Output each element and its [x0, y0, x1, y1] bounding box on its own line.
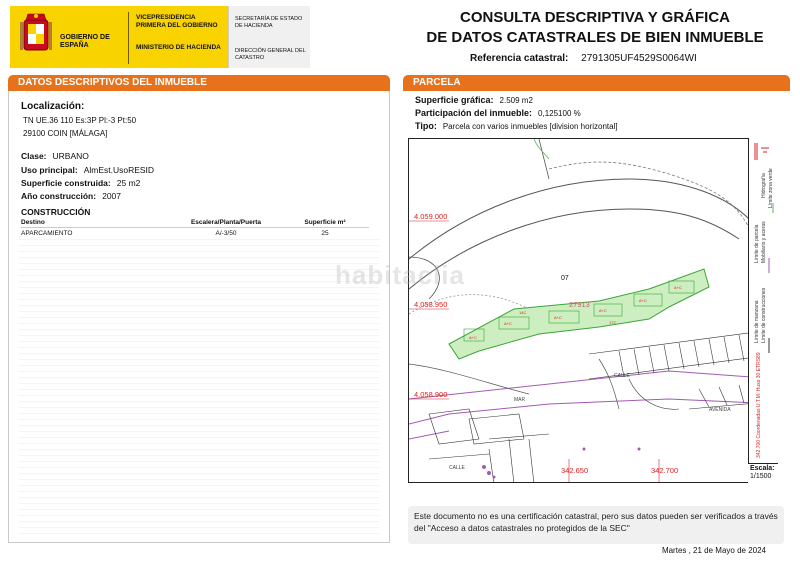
scale-value: 1/1500 — [750, 473, 772, 480]
superficie-label: Superficie construida: — [21, 178, 111, 188]
tipo-label: Tipo: — [415, 121, 437, 131]
svg-text:14C: 14C — [519, 310, 526, 315]
gov-name: GOBIERNO DE ESPAÑA — [60, 34, 110, 49]
parcel-number: 07 — [561, 275, 569, 282]
legend-limite-construcciones: Límite de construcciones — [761, 287, 767, 343]
svg-text:A+C: A+C — [469, 335, 477, 340]
svg-text:A+C: A+C — [504, 321, 512, 326]
legend-mobiliario: Mobiliario y aceras — [761, 221, 767, 263]
ref-value: 2791305UF4529S0064WI — [581, 53, 697, 64]
title-line-1: CONSULTA DESCRIPTIVA Y GRÁFICA — [459, 9, 730, 26]
coat-of-arms-icon — [20, 13, 52, 51]
map-drawing: A+C A+C A+C A+C A+C A+C 14C 17C 4.059.000 4.0… — [409, 139, 777, 482]
disclaimer: Este documento no es una certificación c… — [408, 506, 784, 544]
location-line-1: TN UE.36 110 Es:3P Pl:-3 Pt:50 — [23, 116, 137, 125]
ref-label: Referencia catastral: — [470, 53, 569, 64]
table-empty-area — [19, 239, 379, 534]
scale-box: Escala: 1/1500 — [748, 463, 778, 483]
parcel-ref: 27913 — [569, 300, 590, 309]
legend-hidrografia: Hidrografía — [761, 173, 767, 198]
participacion-row: Participación del inmueble: 0,125100 % — [415, 108, 581, 118]
legend-limite-manzana: Límite de manzana — [754, 300, 760, 343]
document-title: CONSULTA DESCRIPTIVA Y GRÁFICA DE DATOS … — [410, 8, 780, 48]
sup-grafica-row: Superficie gráfica: 2.509 m2 — [415, 95, 533, 105]
directorate-name: DIRECCIÓN GENERAL DEL CATASTRO — [235, 48, 306, 61]
cadastral-reference: Referencia catastral: 2791305UF4529S0064… — [470, 53, 697, 64]
clase-value: URBANO — [52, 151, 89, 161]
table-header: Destino Escalera/Planta/Puerta Superfici… — [21, 219, 369, 228]
y-label-3: 4.058.900 — [414, 390, 447, 399]
title-line-2: DE DATOS CATASTRALES DE BIEN INMUEBLE — [426, 29, 764, 46]
government-header: GOBIERNO DE ESPAÑA VICEPRESIDENCIA PRIME… — [10, 6, 310, 68]
svg-text:A+C: A+C — [639, 298, 647, 303]
superficie-value: 25 m2 — [116, 178, 141, 188]
street-label-mar: MAR — [514, 397, 526, 403]
col-destino: Destino — [21, 219, 45, 226]
participacion-label: Participación del inmueble: — [415, 108, 533, 118]
legend-zona-verde: Límite zona verde — [768, 168, 774, 208]
cell-superficie: 25 — [321, 230, 329, 237]
section-title-descriptive: DATOS DESCRIPTIVOS DEL INMUEBLE — [8, 75, 390, 91]
col-escalera: Escalera/Planta/Puerta — [190, 219, 262, 226]
cell-destino: APARCAMIENTO — [21, 230, 73, 237]
uso-row: Uso principal: AlmEst.UsoRESID — [21, 165, 154, 175]
x-label-1: 342.650 — [561, 466, 588, 475]
street-label-calle-1: CALLE — [449, 465, 466, 471]
table-row: APARCAMIENTO A/-3/50 25 — [21, 228, 369, 237]
svg-text:A+C: A+C — [554, 315, 562, 320]
map-legend: Límite de manzana Límite de parcela Lími… — [748, 138, 778, 463]
gov-divider — [128, 12, 129, 64]
tipo-value: Parcela con varios inmuebles [division h… — [442, 122, 618, 131]
watermark: habitaclia — [335, 260, 465, 290]
vice-presidency: VICEPRESIDENCIA PRIMERA DEL GOBIERNO — [136, 14, 218, 29]
construction-table: Destino Escalera/Planta/Puerta Superfici… — [21, 219, 369, 237]
scale-label: Escala: — [750, 465, 775, 472]
construction-title: CONSTRUCCIÓN — [21, 207, 91, 217]
print-date: Martes , 21 de Mayo de 2024 — [661, 546, 766, 555]
cell-escalera: A/-3/50 — [215, 230, 237, 237]
location-line-2: 29100 COIN [MÁLAGA] — [23, 129, 108, 138]
clase-row: Clase: URBANO — [21, 151, 89, 161]
anio-label: Año construcción: — [21, 191, 97, 201]
street-label-avenida: AVENIDA — [709, 407, 731, 413]
street-label-calle-2: CALLE — [614, 373, 631, 379]
anio-row: Año construcción: 2007 — [21, 191, 121, 201]
legend-limite-parcela: Límite de parcela — [754, 224, 760, 263]
ministry-name: MINISTERIO DE HACIENDA — [136, 44, 221, 51]
government-logo-block: GOBIERNO DE ESPAÑA VICEPRESIDENCIA PRIME… — [10, 6, 228, 68]
agency-block: SECRETARÍA DE ESTADO DE HACIENDA DIRECCI… — [228, 6, 310, 68]
uso-label: Uso principal: — [21, 165, 78, 175]
section-title-parcel: PARCELA — [403, 75, 790, 91]
cadastral-map[interactable]: A+C A+C A+C A+C A+C A+C 14C 17C 4.059.00… — [408, 138, 778, 483]
sup-grafica-label: Superficie gráfica: — [415, 95, 494, 105]
y-label-2: 4.058.950 — [414, 300, 447, 309]
crs-text: 342.700 Coordenadas U.T.M. Huso 30 ETRS8… — [756, 352, 762, 458]
location-label: Localización: — [21, 101, 85, 112]
superficie-row: Superficie construida: 25 m2 — [21, 178, 140, 188]
col-superficie: Superficie m² — [304, 219, 346, 226]
sup-grafica-value: 2.509 m2 — [499, 96, 533, 105]
anio-value: 2007 — [102, 191, 122, 201]
svg-text:17C: 17C — [609, 320, 616, 325]
descriptive-panel: Localización: TN UE.36 110 Es:3P Pl:-3 P… — [8, 91, 390, 543]
svg-text:A+C: A+C — [599, 308, 607, 313]
uso-value: AlmEst.UsoRESID — [83, 165, 155, 175]
y-label-1: 4.059.000 — [414, 212, 447, 221]
participacion-value: 0,125100 % — [538, 109, 581, 118]
x-label-2: 342.700 — [651, 466, 678, 475]
clase-label: Clase: — [21, 151, 47, 161]
tipo-row: Tipo: Parcela con varios inmuebles [divis… — [415, 121, 618, 131]
legend-drawing: Límite de manzana Límite de parcela Lími… — [754, 143, 774, 458]
svg-text:A+C: A+C — [674, 285, 682, 290]
secretariat-name: SECRETARÍA DE ESTADO DE HACIENDA — [235, 16, 303, 29]
